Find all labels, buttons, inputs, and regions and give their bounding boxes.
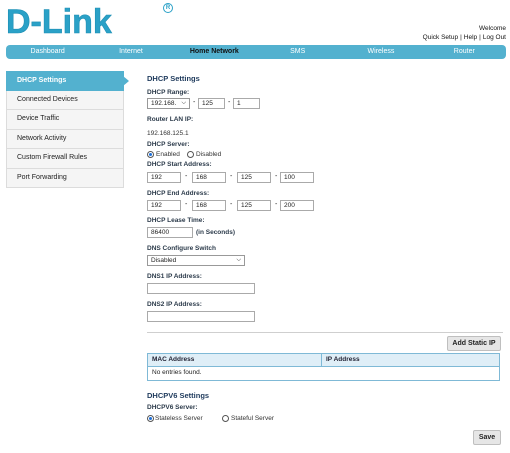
main-nav: Dashboard Internet Home Network SMS Wire… bbox=[6, 45, 506, 59]
add-static-ip-button[interactable]: Add Static IP bbox=[447, 336, 501, 351]
nav-dashboard[interactable]: Dashboard bbox=[6, 45, 89, 59]
stateful-server-radio[interactable] bbox=[222, 415, 229, 422]
sidebar-item-dhcp-settings[interactable]: DHCP Settings bbox=[6, 71, 129, 91]
dhcp-end-label: DHCP End Address: bbox=[147, 190, 210, 197]
dns2-input[interactable] bbox=[147, 311, 255, 322]
stateful-server-label: Stateful Server bbox=[231, 415, 274, 422]
page-title: DHCP Settings bbox=[147, 74, 200, 83]
dhcp-range-prefix-select[interactable]: 192.168. ⌵ bbox=[147, 98, 190, 109]
stateless-server-label: Stateless Server bbox=[155, 415, 203, 422]
lease-time-input[interactable]: 86400 bbox=[147, 227, 193, 238]
divider bbox=[147, 332, 503, 333]
dhcp-server-disabled-radio[interactable] bbox=[187, 151, 194, 158]
dns-configure-switch-value: Disabled bbox=[151, 257, 177, 264]
start-octet-4-input[interactable]: 100 bbox=[280, 172, 314, 183]
dhcp-start-label: DHCP Start Address: bbox=[147, 161, 212, 168]
dash: - bbox=[228, 99, 231, 106]
nav-sms[interactable]: SMS bbox=[256, 45, 339, 59]
dash: - bbox=[275, 201, 278, 208]
end-octet-4-input[interactable]: 200 bbox=[280, 200, 314, 211]
dash: - bbox=[193, 99, 196, 106]
registered-mark-icon: R bbox=[163, 3, 173, 13]
dhcp-range-third-input[interactable]: 125 bbox=[198, 98, 225, 109]
dash: - bbox=[230, 201, 233, 208]
nav-internet[interactable]: Internet bbox=[89, 45, 172, 59]
dns-configure-switch-select[interactable]: Disabled ⌵ bbox=[147, 255, 245, 266]
dhcp-lease-label: DHCP Lease Time: bbox=[147, 217, 205, 224]
dns1-input[interactable] bbox=[147, 283, 255, 294]
dhcpv6-server-label: DHCPV6 Server: bbox=[147, 404, 198, 411]
sidebar-item-custom-firewall-rules[interactable]: Custom Firewall Rules bbox=[6, 149, 124, 169]
dns2-label: DNS2 IP Address: bbox=[147, 301, 202, 308]
dhcp-server-enabled-label: Enabled bbox=[156, 151, 180, 158]
table-header: MAC Address IP Address bbox=[148, 354, 499, 367]
dns1-label: DNS1 IP Address: bbox=[147, 273, 202, 280]
dlink-logo: D-Link bbox=[6, 3, 112, 42]
sidebar-item-network-activity[interactable]: Network Activity bbox=[6, 129, 124, 149]
sidebar-item-connected-devices[interactable]: Connected Devices bbox=[6, 90, 124, 110]
help-link[interactable]: Help bbox=[464, 34, 477, 41]
table-empty-row: No entries found. bbox=[152, 369, 202, 376]
top-links: Quick Setup | Help | Log Out bbox=[423, 34, 506, 41]
dhcp-server-disabled-label: Disabled bbox=[196, 151, 222, 158]
start-octet-2-input[interactable]: 168 bbox=[192, 172, 226, 183]
end-octet-2-input[interactable]: 168 bbox=[192, 200, 226, 211]
welcome-text: Welcome bbox=[479, 25, 506, 32]
dash: - bbox=[185, 173, 188, 180]
chevron-down-icon: ⌵ bbox=[181, 100, 186, 106]
nav-wireless[interactable]: Wireless bbox=[339, 45, 422, 59]
dash: - bbox=[275, 173, 278, 180]
stateless-server-radio[interactable] bbox=[147, 415, 154, 422]
save-button[interactable]: Save bbox=[473, 430, 501, 445]
column-header-mac: MAC Address bbox=[148, 354, 322, 366]
end-octet-1-input[interactable]: 192 bbox=[147, 200, 181, 211]
dash: - bbox=[185, 201, 188, 208]
nav-home-network[interactable]: Home Network bbox=[173, 45, 256, 59]
nav-router[interactable]: Router bbox=[423, 45, 506, 59]
dhcp-range-label: DHCP Range: bbox=[147, 89, 190, 96]
end-octet-3-input[interactable]: 125 bbox=[237, 200, 271, 211]
dns-configure-switch-label: DNS Configure Switch bbox=[147, 245, 216, 252]
dhcp-server-label: DHCP Server: bbox=[147, 141, 190, 148]
router-lan-ip-label: Router LAN IP: bbox=[147, 116, 194, 123]
start-octet-3-input[interactable]: 125 bbox=[237, 172, 271, 183]
dhcp-range-prefix-value: 192.168. bbox=[151, 100, 177, 107]
sidebar: DHCP Settings Connected Devices Device T… bbox=[6, 71, 129, 188]
log-out-link[interactable]: Log Out bbox=[483, 34, 506, 41]
router-lan-ip-value: 192.168.125.1 bbox=[147, 130, 189, 137]
dash: - bbox=[230, 173, 233, 180]
dhcp-range-fourth-input[interactable]: 1 bbox=[233, 98, 260, 109]
static-ip-table: MAC Address IP Address No entries found. bbox=[147, 353, 500, 381]
chevron-down-icon: ⌵ bbox=[236, 257, 241, 263]
sidebar-item-port-forwarding[interactable]: Port Forwarding bbox=[6, 168, 124, 188]
start-octet-1-input[interactable]: 192 bbox=[147, 172, 181, 183]
column-header-ip: IP Address bbox=[326, 356, 360, 363]
quick-setup-link[interactable]: Quick Setup bbox=[423, 34, 458, 41]
sidebar-item-device-traffic[interactable]: Device Traffic bbox=[6, 110, 124, 130]
dhcp-server-enabled-radio[interactable] bbox=[147, 151, 154, 158]
dhcpv6-title: DHCPV6 Settings bbox=[147, 391, 210, 400]
lease-time-unit: (in Seconds) bbox=[196, 229, 236, 236]
